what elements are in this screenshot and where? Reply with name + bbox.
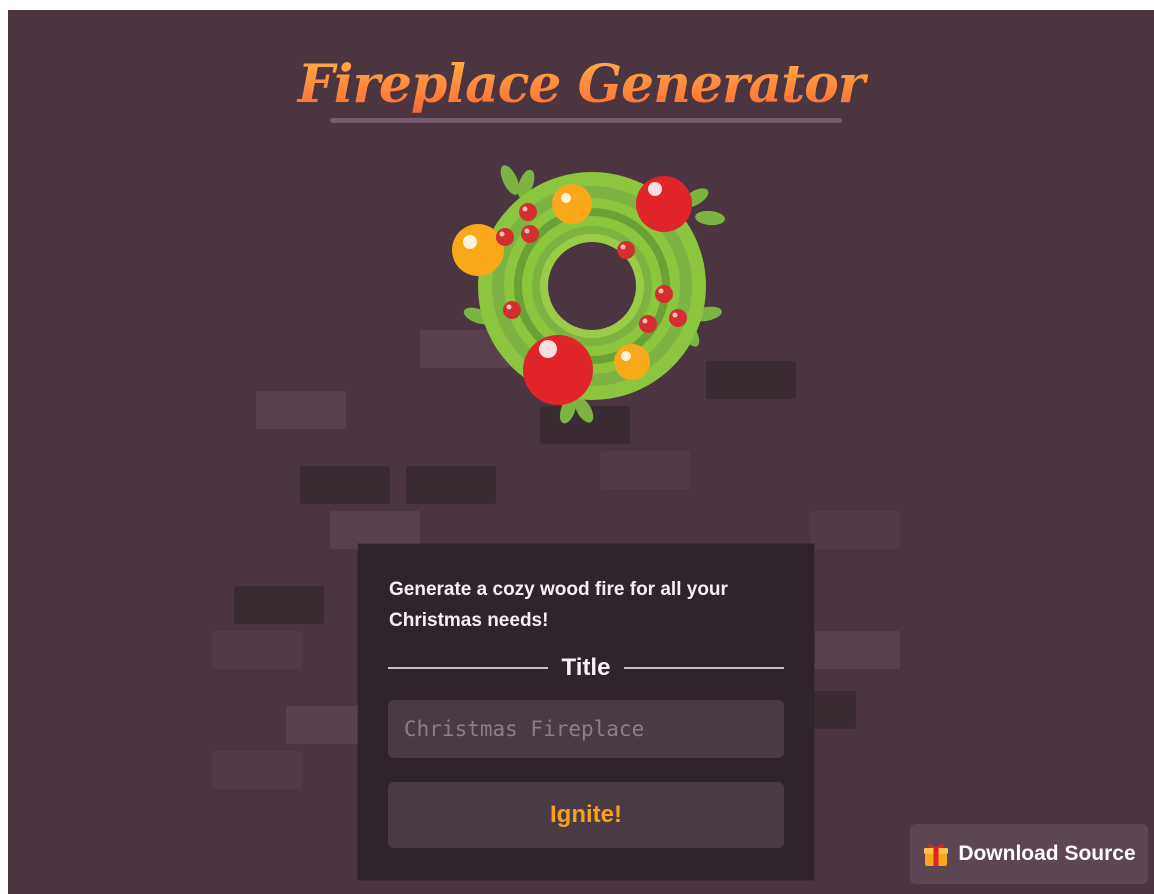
ignite-button[interactable]: Ignite! [388, 782, 784, 848]
page-title: Fireplace Generator [8, 54, 1154, 115]
christmas-wreath-icon [452, 165, 725, 424]
gift-icon [924, 844, 949, 866]
divider-line-right [624, 667, 784, 669]
title-underline [330, 118, 842, 123]
download-source-button[interactable]: Download Source [910, 824, 1148, 884]
title-section-label: Title [561, 654, 611, 681]
generator-panel: Generate a cozy wood fire for all your C… [358, 544, 814, 880]
title-section-divider: Title [388, 650, 784, 686]
download-source-label: Download Source [958, 842, 1136, 865]
title-input[interactable] [388, 700, 784, 758]
divider-line-left [388, 667, 548, 669]
panel-description: Generate a cozy wood fire for all your C… [389, 579, 728, 631]
fireplace-stage: Fireplace Generator Generate a cozy wood… [8, 10, 1154, 894]
